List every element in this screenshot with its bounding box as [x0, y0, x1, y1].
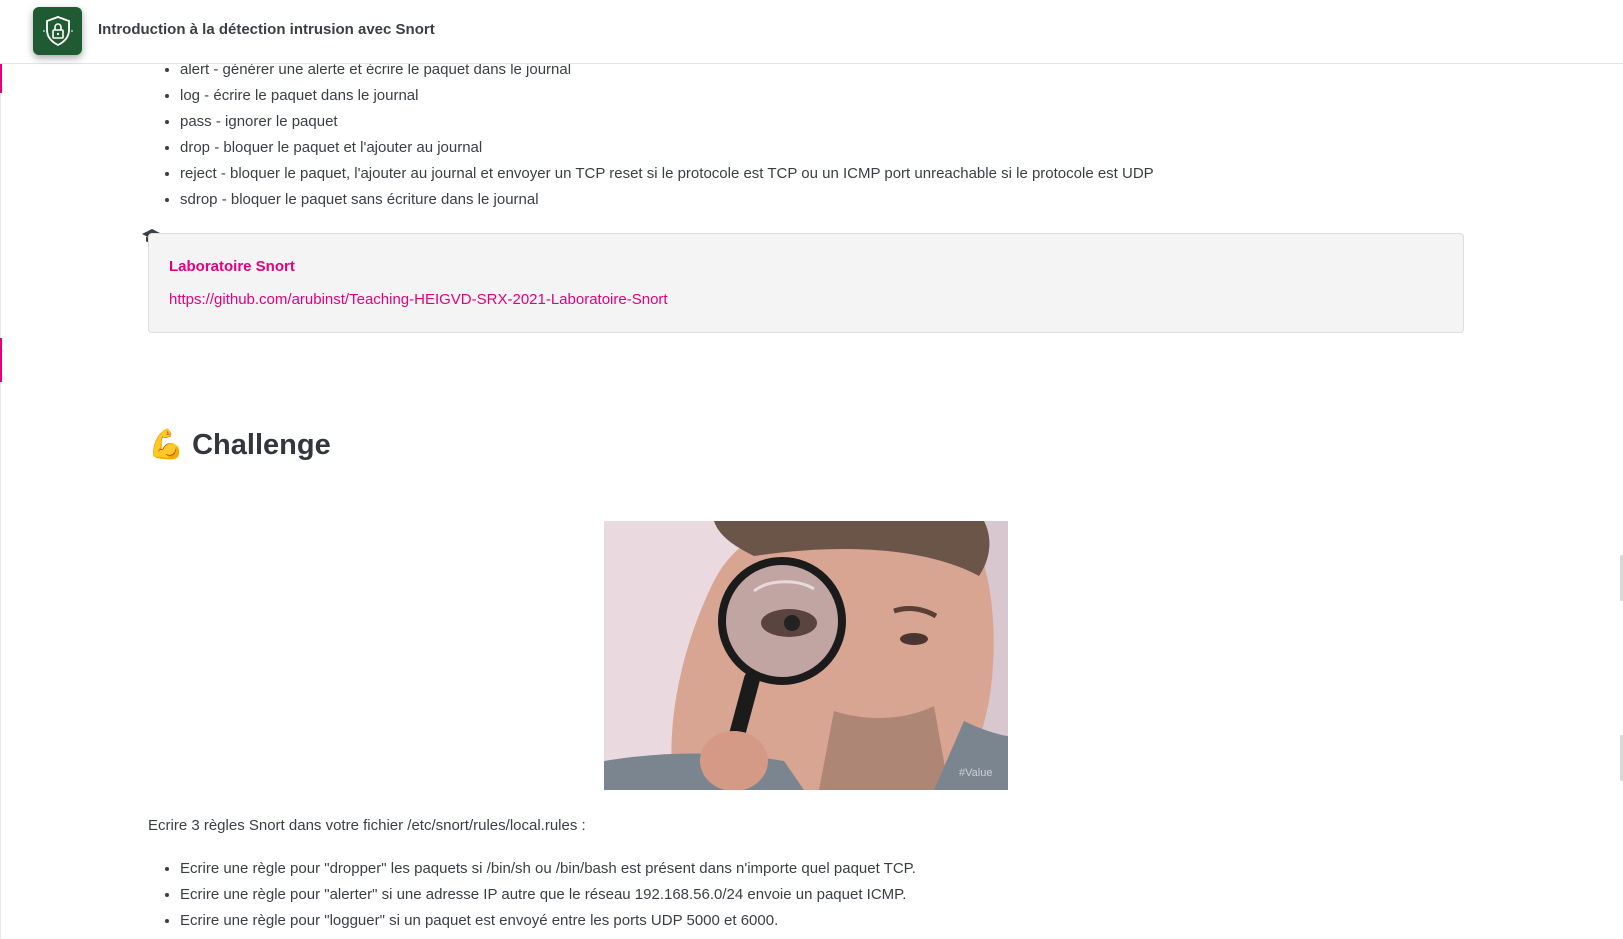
progress-marker	[0, 63, 2, 93]
list-item: Ecrire une règle pour "logguer" si un pa…	[180, 908, 916, 934]
list-item: reject - bloquer le paquet, l'ajouter au…	[180, 161, 1154, 187]
lab-note: Laboratoire Snort https://github.com/aru…	[148, 233, 1464, 333]
course-logo[interactable]	[33, 7, 82, 55]
course-header: Introduction à la détection intrusion av…	[0, 0, 1623, 64]
progress-marker	[0, 338, 2, 382]
challenge-gif: #Value	[604, 521, 1008, 790]
snort-actions-list: alert - générer une alerte et écrire le …	[150, 57, 1154, 213]
section-heading-text: Challenge	[192, 428, 331, 461]
list-item: drop - bloquer le paquet et l'ajouter au…	[180, 135, 1154, 161]
list-item: log - écrire le paquet dans le journal	[180, 83, 1154, 109]
task-intro: Ecrire 3 règles Snort dans votre fichier…	[148, 817, 586, 834]
magnifier-man-image: #Value	[604, 521, 1008, 790]
list-item: Ecrire une règle pour "dropper" les paqu…	[180, 856, 916, 882]
shield-lock-icon	[42, 16, 73, 47]
list-item: Ecrire une règle pour "alerter" si une a…	[180, 882, 916, 908]
gif-watermark: #Value	[959, 767, 992, 779]
list-item: sdrop - bloquer le paquet sans écriture …	[180, 187, 1154, 213]
left-border	[0, 0, 1, 939]
lab-link[interactable]: https://github.com/arubinst/Teaching-HEI…	[169, 291, 668, 308]
list-item: pass - ignorer le paquet	[180, 109, 1154, 135]
flexed-biceps-icon: 💪	[148, 429, 185, 461]
section-heading: 💪 Challenge	[148, 428, 331, 462]
note-title: Laboratoire Snort	[169, 258, 295, 275]
task-list: Ecrire une règle pour "dropper" les paqu…	[150, 856, 916, 934]
course-title[interactable]: Introduction à la détection intrusion av…	[98, 21, 435, 38]
